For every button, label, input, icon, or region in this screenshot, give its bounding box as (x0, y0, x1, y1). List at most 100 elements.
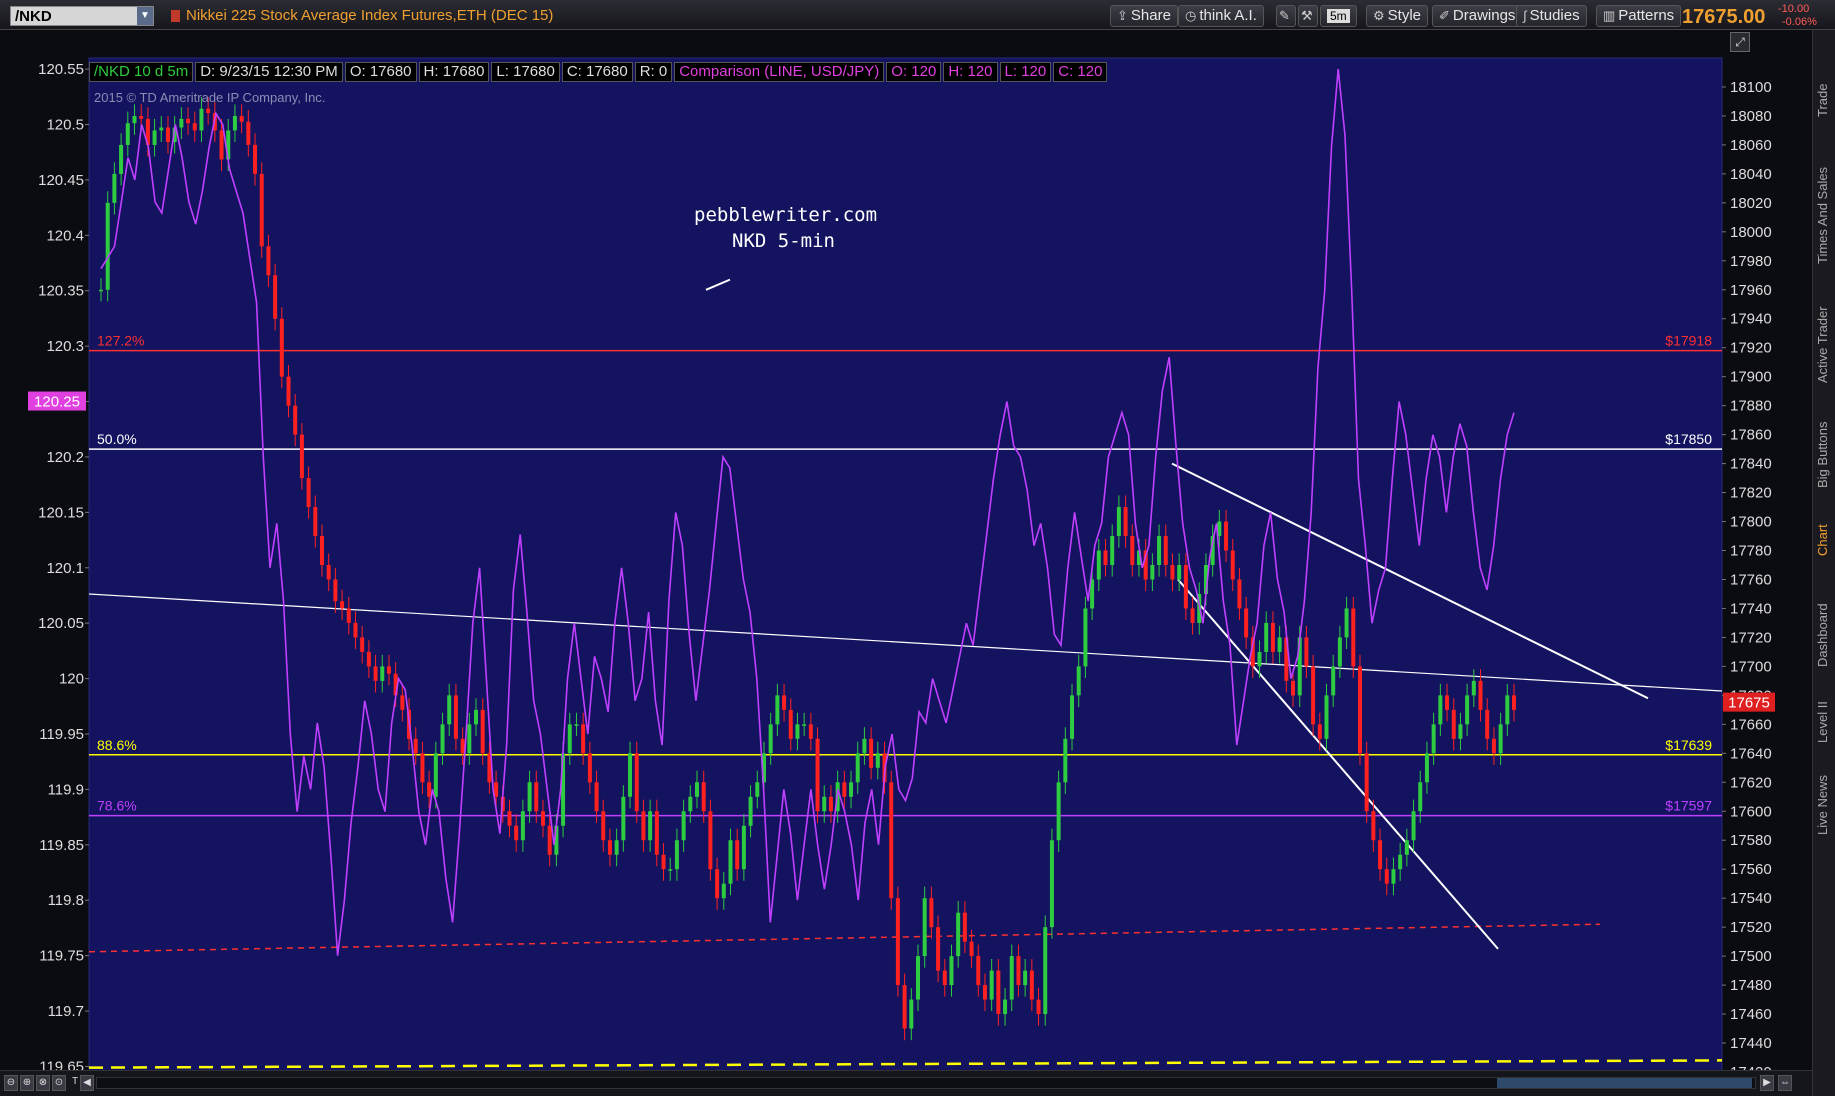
candle-body (259, 173, 264, 247)
candle-body (1337, 637, 1342, 667)
chart-settings-icon[interactable]: ⤢ (1730, 32, 1750, 52)
left-axis-label: 120.15 (38, 504, 84, 521)
scroll-left-icon[interactable]: ◀ (80, 1075, 94, 1091)
candle-body (1491, 738, 1496, 754)
candle-body (628, 753, 633, 797)
sidebar-tab-big-buttons[interactable]: Big Buttons (1815, 410, 1835, 500)
candle-body (915, 956, 920, 1000)
candle-body (788, 709, 793, 739)
info-range: R: 0 (634, 62, 673, 82)
candle-body (822, 796, 827, 812)
wand-button[interactable]: ✎ (1276, 5, 1296, 27)
expand-icon[interactable]: ⇔ (1778, 1075, 1792, 1091)
candle-body (601, 811, 606, 841)
horizontal-scrollbar[interactable] (96, 1077, 1756, 1089)
sidebar-tab-trade[interactable]: Trade (1815, 70, 1835, 130)
scroll-right-icon[interactable]: ▶ (1760, 1075, 1774, 1091)
candle-body (420, 753, 425, 783)
left-axis-label: 120 (59, 671, 84, 688)
candle-body (1123, 507, 1128, 537)
candle-body (1049, 840, 1054, 928)
sidebar-tab-dashboard[interactable]: Dashboard (1815, 590, 1835, 680)
zoom-in-icon[interactable]: ⊕ (20, 1075, 34, 1091)
last-price: 17675.00 (1682, 6, 1766, 28)
candle-body (1150, 565, 1155, 580)
candle-body (802, 724, 807, 726)
left-axis-label: 119.95 (39, 726, 84, 743)
right-axis-label: 17520 (1730, 919, 1772, 936)
candle-body (1163, 536, 1168, 565)
right-axis-label: 17880 (1730, 398, 1772, 415)
sidebar-tab-level-ii[interactable]: Level II (1815, 690, 1835, 755)
candle-body (922, 898, 927, 957)
right-axis-label: 17860 (1730, 427, 1772, 444)
timeframe-button[interactable]: 5m (1320, 5, 1357, 27)
fit-icon[interactable]: ⊗ (36, 1075, 50, 1091)
right-axis-label: 17900 (1730, 369, 1772, 386)
price-chart[interactable]: 119.65119.7119.75119.8119.85119.9119.951… (0, 30, 1812, 1096)
candle-body (192, 123, 197, 131)
info-high: H: 17680 (418, 62, 490, 82)
candle-body (1304, 637, 1309, 667)
candle-body (728, 840, 733, 884)
instrument-flag-icon (171, 10, 180, 22)
candle-body (1023, 970, 1028, 986)
candle-body (286, 376, 291, 406)
chevron-down-icon[interactable]: ▼ (137, 7, 153, 25)
info-comparison[interactable]: Comparison (LINE, USD/JPY) (674, 62, 885, 82)
pan-icon[interactable]: ⊙ (52, 1075, 66, 1091)
left-axis-label: 120.35 (38, 283, 84, 300)
candle-body (795, 724, 800, 739)
right-axis-label: 17440 (1730, 1035, 1772, 1052)
candle-body (869, 738, 874, 768)
candle-body (648, 811, 653, 841)
candle-body (989, 970, 994, 1000)
info-close: C: 17680 (561, 62, 633, 82)
right-axis-label: 17800 (1730, 514, 1772, 531)
share-button[interactable]: ⇪ Share (1110, 5, 1178, 27)
candle-body (701, 782, 706, 812)
zoom-out-icon[interactable]: ⊖ (4, 1075, 18, 1091)
candle-body (1418, 782, 1423, 812)
watermark-subtitle: NKD 5-min (732, 230, 835, 252)
style-button[interactable]: ⚙ Style (1366, 5, 1429, 27)
candle-body (849, 782, 854, 797)
fib-level-price: $17918 (1665, 333, 1712, 349)
candle-body (1264, 622, 1269, 652)
patterns-icon: ▥ (1603, 8, 1616, 23)
think-ai-icon: ◷ (1185, 8, 1197, 23)
wrench-button[interactable]: ⚒ (1298, 5, 1318, 27)
candle-body (1277, 637, 1282, 652)
studies-button[interactable]: ∫ Studies (1516, 5, 1587, 27)
drawings-button[interactable]: ✐ Drawings (1432, 5, 1523, 27)
candle-body (1378, 840, 1383, 870)
plot-area[interactable] (88, 57, 1723, 1073)
symbol-selector[interactable]: /NKD ▼ (10, 6, 154, 26)
candle-body (514, 825, 519, 841)
sidebar-tab-live-news[interactable]: Live News (1815, 765, 1835, 845)
candle-body (708, 811, 713, 870)
patterns-button[interactable]: ▥ Patterns (1596, 5, 1682, 27)
candle-body (440, 724, 445, 754)
think-ai-button[interactable]: ◷ think A.I. (1178, 5, 1264, 27)
right-axis-label: 17760 (1730, 571, 1772, 588)
info-symbol-period[interactable]: /NKD 10 d 5m (89, 62, 194, 82)
candle-body (775, 695, 780, 725)
sidebar-tab-times-and-sales[interactable]: Times And Sales (1815, 150, 1835, 280)
candle-body (266, 246, 271, 276)
scrollbar-thumb[interactable] (1497, 1078, 1752, 1088)
right-axis-label: 17720 (1730, 629, 1772, 646)
candle-body (139, 115, 144, 119)
candle-body (1431, 724, 1436, 754)
symbol-input[interactable]: /NKD (11, 8, 137, 25)
candle-body (1177, 565, 1182, 580)
right-axis-label: 17640 (1730, 745, 1772, 762)
left-axis-label: 119.8 (48, 892, 84, 909)
sidebar-tab-chart[interactable]: Chart (1815, 510, 1835, 570)
candle-body (1364, 753, 1369, 812)
left-axis-label: 119.9 (48, 781, 84, 798)
sidebar-tab-active-trader[interactable]: Active Trader (1815, 290, 1835, 400)
right-axis-label: 18100 (1730, 79, 1772, 96)
candle-body (1411, 811, 1416, 841)
info-comp-high: H: 120 (943, 62, 998, 82)
